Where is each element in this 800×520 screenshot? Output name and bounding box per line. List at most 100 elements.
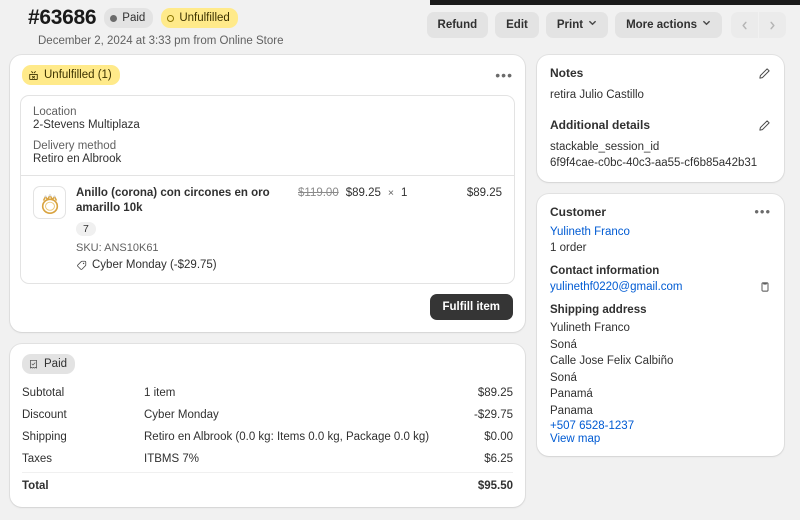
discount-label: Cyber Monday (-$29.75) — [92, 259, 217, 271]
line-item-row: Anillo (corona) con circones en oro amar… — [21, 175, 514, 283]
tag-icon — [76, 260, 87, 271]
address-line: Panama — [550, 404, 593, 417]
fulfillment-status-badge-label: Unfulfilled (1) — [44, 69, 112, 81]
payment-card: Paid Subtotal 1 item $89.25 Discount Cyb… — [10, 344, 525, 507]
customer-email-link[interactable]: yulinethf0220@gmail.com — [550, 281, 683, 293]
order-detail-page: arrow-left-icon #63686 Paid Unfulfilled … — [0, 0, 800, 520]
total-amount: $95.50 — [477, 480, 513, 492]
package-x-icon — [28, 70, 39, 81]
refund-button[interactable]: Refund — [426, 12, 489, 38]
address-line: Panamá — [550, 388, 593, 400]
notes-header: Notes — [550, 66, 771, 80]
contact-information-title: Contact information — [550, 265, 660, 277]
top-black-bar — [430, 0, 800, 5]
next-order-button[interactable] — [759, 12, 786, 38]
chevron-down-icon — [702, 18, 711, 32]
additional-details-value: 6f9f4cae-c0bc-40c3-aa55-cf6b85a42b31 — [550, 157, 758, 169]
status-badge-paid-label: Paid — [122, 12, 146, 24]
additional-details-section: Additional details stackable_session_id … — [537, 114, 784, 182]
arrow-left-icon[interactable]: arrow-left-icon — [10, 16, 18, 20]
receipt-check-icon — [28, 359, 39, 370]
delivery-method-value: Retiro en Albrook — [33, 153, 122, 165]
table-row: Shipping Retiro en Albrook (0.0 kg: Item… — [22, 426, 513, 448]
page-header: arrow-left-icon #63686 Paid Unfulfilled … — [0, 0, 800, 47]
header-actions: Refund Edit Print More actions — [426, 6, 786, 38]
fulfillment-details-box: Location 2-Stevens Multiplaza Delivery m… — [20, 95, 515, 284]
address-line: Soná — [550, 371, 577, 384]
chevron-down-icon — [588, 18, 597, 32]
title-row: arrow-left-icon #63686 Paid Unfulfilled — [10, 6, 283, 30]
ellipsis-icon[interactable]: ••• — [754, 205, 771, 218]
customer-title: Customer — [550, 205, 607, 219]
discount-label: Discount — [22, 409, 67, 421]
previous-order-button[interactable] — [731, 12, 758, 38]
clipboard-icon[interactable] — [759, 281, 771, 293]
payment-status-badge: Paid — [22, 354, 76, 374]
pencil-icon[interactable] — [758, 67, 771, 80]
notes-section: Notes retira Julio Castillo — [537, 55, 784, 114]
discount-desc: Cyber Monday — [144, 409, 219, 421]
shipping-address-title: Shipping address — [550, 304, 647, 316]
shipping-desc: Retiro en Albrook (0.0 kg: Items 0.0 kg,… — [144, 431, 430, 443]
address-line: Yulineth Franco — [550, 322, 630, 334]
customer-order-count: 1 order — [550, 242, 587, 254]
customer-phone-link[interactable]: +507 6528-1237 — [550, 420, 771, 432]
address-line: Calle Jose Felix Calbiño — [550, 355, 674, 367]
customer-email-row: yulinethf0220@gmail.com — [550, 281, 771, 293]
price-group: $119.00 $89.25 × 1 — [298, 186, 407, 199]
additional-details-header: Additional details — [550, 118, 771, 132]
status-badge-unfulfilled-label: Unfulfilled — [179, 12, 230, 24]
customer-header: Customer ••• — [550, 205, 771, 219]
line-item-details: Anillo (corona) con circones en oro amar… — [76, 186, 502, 271]
print-button[interactable]: Print — [545, 12, 609, 38]
line-item-discount: Cyber Monday (-$29.75) — [76, 259, 502, 271]
ellipsis-icon[interactable]: ••• — [495, 68, 513, 82]
customer-card: Customer ••• Yulineth Franco 1 order Con… — [537, 194, 784, 456]
subtotal-desc: 1 item — [144, 387, 176, 399]
fulfillment-status-badge: Unfulfilled (1) — [22, 65, 120, 85]
shipping-amount: $0.00 — [484, 431, 513, 443]
customer-name-link[interactable]: Yulineth Franco — [550, 226, 771, 238]
sidebar-column: Notes retira Julio Castillo Additional d… — [537, 55, 784, 468]
product-sku: SKU: ANS10K61 — [76, 242, 159, 254]
variant-badge: 7 — [76, 222, 96, 236]
multiply-symbol: × — [387, 187, 395, 199]
main-column: Unfulfilled (1) ••• Location 2-Stevens M… — [10, 55, 525, 519]
pagination-group — [731, 12, 786, 38]
payment-card-header: Paid — [10, 344, 525, 380]
notes-title: Notes — [550, 66, 584, 80]
edit-button-label: Edit — [506, 19, 528, 31]
subtotal-amount: $89.25 — [477, 387, 513, 399]
product-title[interactable]: Anillo (corona) con circones en oro amar… — [76, 186, 298, 216]
fulfillment-card-header: Unfulfilled (1) ••• — [10, 55, 525, 91]
table-row: Discount Cyber Monday -$29.75 — [22, 404, 513, 426]
payment-status-badge-label: Paid — [44, 358, 68, 370]
view-map-link[interactable]: View map — [550, 433, 771, 445]
edit-button[interactable]: Edit — [495, 12, 539, 38]
quantity-value: 1 — [401, 187, 408, 199]
page-title: #63686 — [28, 6, 97, 29]
product-thumbnail[interactable] — [33, 186, 66, 219]
status-badge-unfulfilled: Unfulfilled — [161, 8, 238, 28]
more-actions-button[interactable]: More actions — [615, 12, 722, 38]
additional-details-title: Additional details — [550, 118, 651, 132]
order-timestamp: December 2, 2024 at 3:33 pm from Online … — [38, 35, 284, 47]
dot-filled-icon — [110, 14, 118, 22]
print-button-label: Print — [556, 19, 584, 31]
fulfill-action-row: Fulfill item — [10, 294, 525, 332]
total-desc — [144, 480, 478, 492]
additional-details-key: stackable_session_id — [550, 141, 660, 153]
notes-card: Notes retira Julio Castillo Additional d… — [537, 55, 784, 182]
unit-price: $89.25 — [345, 187, 381, 199]
fulfill-item-button[interactable]: Fulfill item — [429, 294, 513, 320]
order-totals-table: Subtotal 1 item $89.25 Discount Cyber Mo… — [10, 380, 525, 507]
location-label: Location — [33, 106, 77, 118]
content-area: Unfulfilled (1) ••• Location 2-Stevens M… — [0, 47, 800, 519]
subtotal-label: Subtotal — [22, 387, 65, 399]
pencil-icon[interactable] — [758, 119, 771, 132]
customer-section: Customer ••• Yulineth Franco 1 order Con… — [537, 194, 784, 456]
location-value: 2-Stevens Multiplaza — [33, 119, 140, 131]
shipping-address-block: Yulineth Franco Soná Calle Jose Felix Ca… — [550, 320, 771, 419]
total-label: Total — [22, 480, 49, 492]
refund-button-label: Refund — [437, 19, 478, 31]
